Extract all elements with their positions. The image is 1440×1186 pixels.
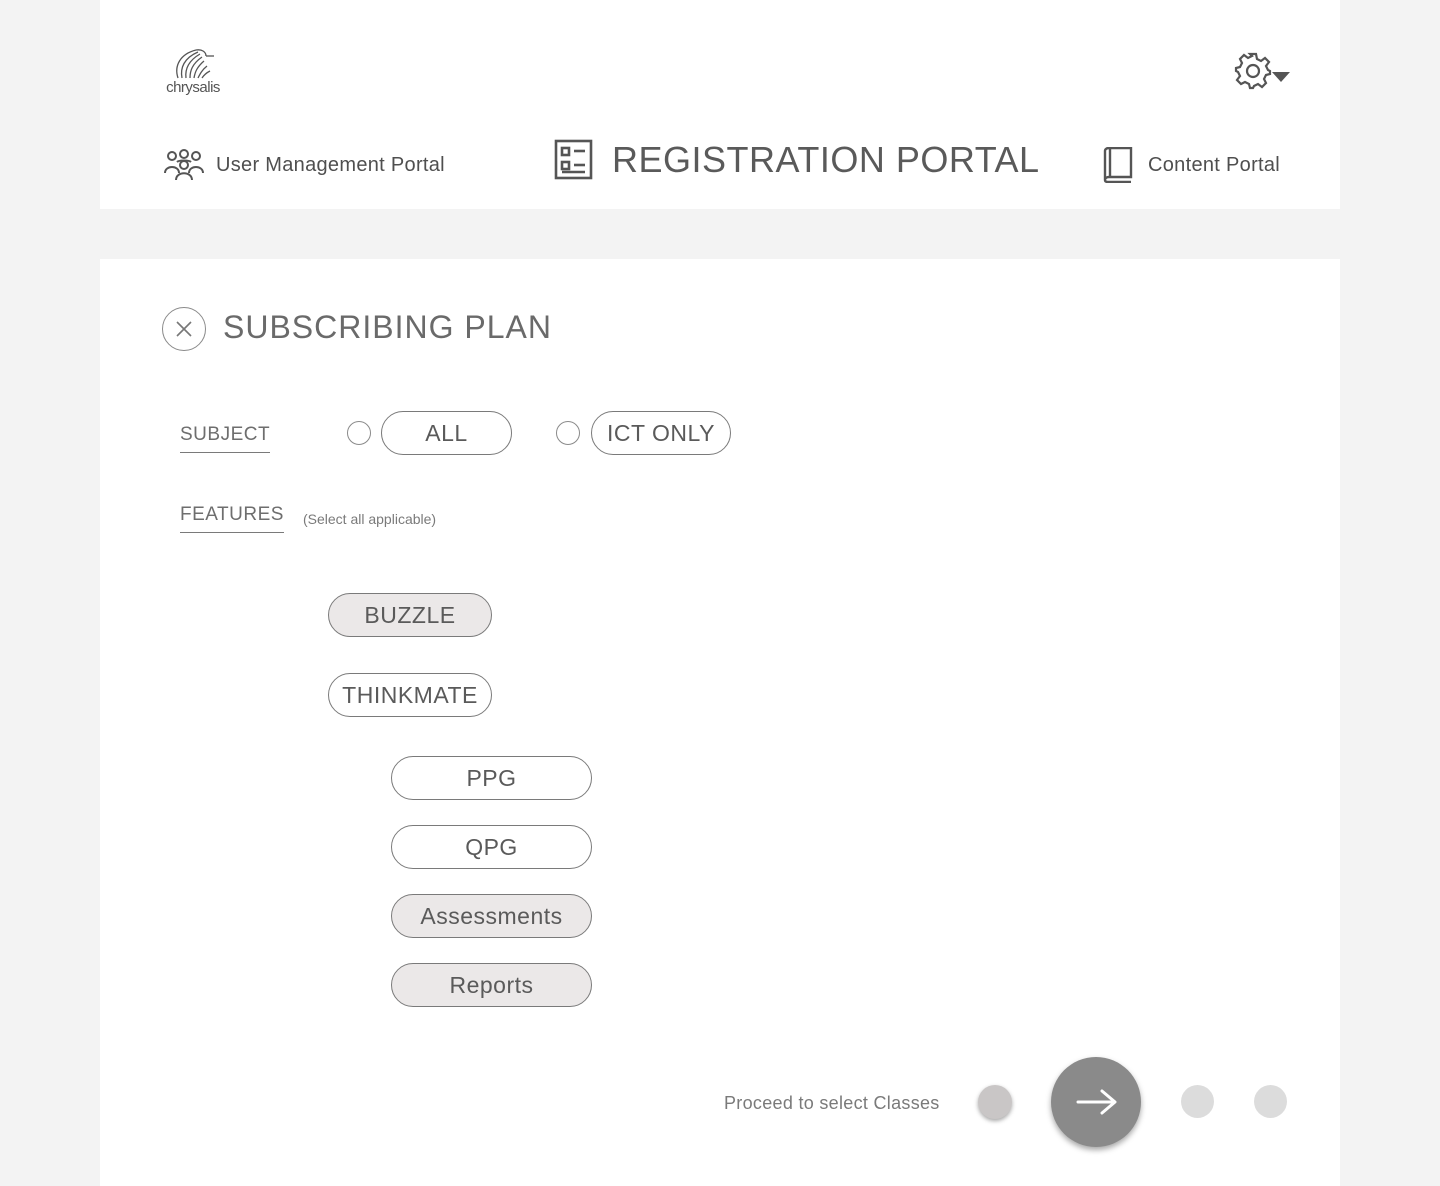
registration-form-icon [554, 139, 593, 180]
step-indicator-4[interactable] [1254, 1085, 1287, 1118]
book-icon [1103, 147, 1133, 183]
subscribing-plan-panel: SUBSCRIBING PLAN SUBJECT ALL ICT ONLY FE… [100, 259, 1340, 1186]
gear-icon [1234, 52, 1290, 90]
chevron-down-icon [1272, 72, 1290, 82]
subject-all-option[interactable]: ALL [381, 411, 512, 455]
settings-dropdown[interactable] [1234, 52, 1292, 92]
feature-assessments-button[interactable]: Assessments [391, 894, 592, 938]
step-indicator-3[interactable] [1181, 1085, 1214, 1118]
feature-reports-button[interactable]: Reports [391, 963, 592, 1007]
feature-ppg-button[interactable]: PPG [391, 756, 592, 800]
registration-portal-title: REGISTRATION PORTAL [612, 139, 1040, 180]
header-panel: chrysalis User Management Portal REGISTR… [100, 0, 1340, 209]
subject-all-radio[interactable] [347, 421, 371, 445]
butterfly-logo-icon [176, 49, 214, 79]
subject-ict-only-radio[interactable] [556, 421, 580, 445]
user-management-portal-label: User Management Portal [216, 153, 445, 176]
next-button[interactable] [1051, 1057, 1141, 1147]
feature-buzzle-button[interactable]: BUZZLE [328, 593, 492, 637]
registration-portal-link[interactable]: REGISTRATION PORTAL [554, 136, 1040, 184]
chrysalis-logo[interactable]: chrysalis [162, 46, 224, 98]
feature-thinkmate-button[interactable]: THINKMATE [328, 673, 492, 717]
subject-label: SUBJECT [180, 424, 271, 453]
proceed-text: Proceed to select Classes [724, 1093, 940, 1113]
content-portal-link[interactable]: Content Portal [1102, 145, 1280, 185]
feature-qpg-button[interactable]: QPG [391, 825, 592, 869]
subject-ict-only-option[interactable]: ICT ONLY [591, 411, 731, 455]
close-button[interactable] [162, 307, 206, 351]
logo-text: chrysalis [166, 79, 220, 96]
close-icon [176, 321, 192, 337]
step-indicator-1[interactable] [978, 1085, 1012, 1119]
features-hint: (Select all applicable) [303, 511, 437, 527]
arrow-right-icon [1076, 1089, 1117, 1115]
features-label: FEATURES [180, 504, 284, 533]
user-management-portal-link[interactable]: User Management Portal [164, 145, 445, 185]
section-title: SUBSCRIBING PLAN [223, 309, 552, 345]
content-portal-label: Content Portal [1148, 153, 1281, 176]
users-group-icon [164, 149, 204, 181]
